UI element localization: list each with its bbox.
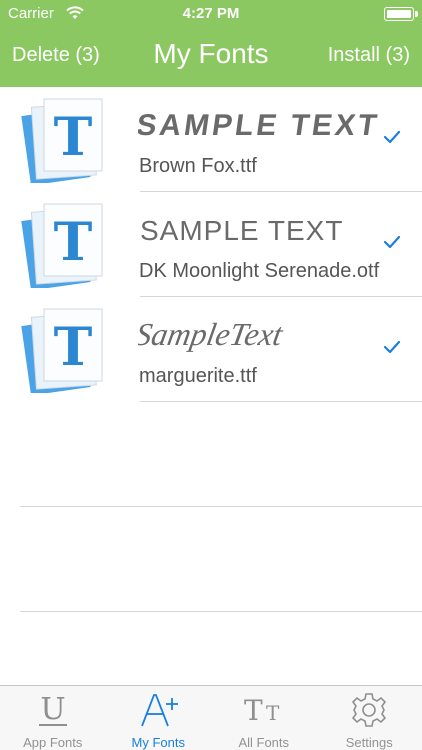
empty-row-divider	[20, 611, 422, 612]
tab-label: App Fonts	[23, 735, 83, 750]
checkmark-icon	[383, 340, 401, 354]
font-file-icon: T	[21, 308, 103, 393]
font-sample-text: SampleText	[138, 316, 286, 352]
tab-label: All Fonts	[238, 735, 290, 750]
font-filename: marguerite.ttf	[139, 365, 257, 387]
font-file-icon: T	[21, 98, 103, 183]
svg-text:T: T	[266, 701, 280, 725]
font-row-brown-fox[interactable]: T SAMPLE TEXT Brown Fox.ttf	[0, 87, 422, 192]
svg-text:U: U	[40, 692, 65, 727]
svg-text:T: T	[244, 694, 263, 727]
navigation-bar: Delete (3) My Fonts Install (3)	[0, 28, 422, 87]
font-list: T SAMPLE TEXT Brown Fox.ttf T SAMPLE TEX…	[0, 87, 422, 402]
tab-bar: U App Fonts My Fonts T T All Fonts Setti…	[0, 685, 422, 750]
tab-settings[interactable]: Settings	[317, 686, 422, 750]
delete-button[interactable]: Delete (3)	[12, 44, 100, 67]
checkmark-icon	[383, 235, 401, 249]
svg-text:T: T	[54, 212, 93, 273]
text-size-icon: T T	[244, 694, 280, 727]
tab-my-fonts[interactable]: My Fonts	[106, 686, 212, 750]
gear-icon	[352, 693, 387, 727]
font-sample-text: SAMPLE TEXT	[140, 215, 343, 246]
svg-text:T: T	[54, 317, 93, 378]
row-divider	[140, 401, 422, 402]
font-add-icon	[141, 694, 179, 727]
empty-row-divider	[20, 506, 422, 507]
font-row-marguerite[interactable]: T SampleText marguerite.ttf	[0, 297, 422, 402]
tab-app-fonts[interactable]: U App Fonts	[0, 686, 106, 750]
tab-label: My Fonts	[131, 735, 185, 750]
tab-label: Settings	[345, 735, 393, 750]
underline-u-icon: U	[38, 692, 67, 727]
font-filename: Brown Fox.ttf	[139, 155, 257, 177]
font-sample-preview: SampleText	[138, 316, 286, 352]
install-button[interactable]: Install (3)	[328, 44, 410, 67]
font-sample-preview: SAMPLE TEXT	[138, 109, 382, 142]
font-sample-preview: SAMPLE TEXT	[140, 215, 343, 246]
tab-all-fonts[interactable]: T T All Fonts	[211, 686, 317, 750]
font-sample-text: SAMPLE TEXT	[138, 109, 382, 142]
font-row-dk-moonlight-serenade[interactable]: T SAMPLE TEXT DK Moonlight Serenade.otf	[0, 192, 422, 297]
status-time: 4:27 PM	[182, 5, 240, 22]
font-filename: DK Moonlight Serenade.otf	[139, 260, 380, 282]
status-bar: Carrier 4:27 PM	[0, 0, 422, 28]
svg-text:T: T	[54, 107, 93, 168]
battery-icon	[384, 7, 418, 21]
font-file-icon: T	[21, 203, 103, 288]
checkmark-icon	[383, 130, 401, 144]
